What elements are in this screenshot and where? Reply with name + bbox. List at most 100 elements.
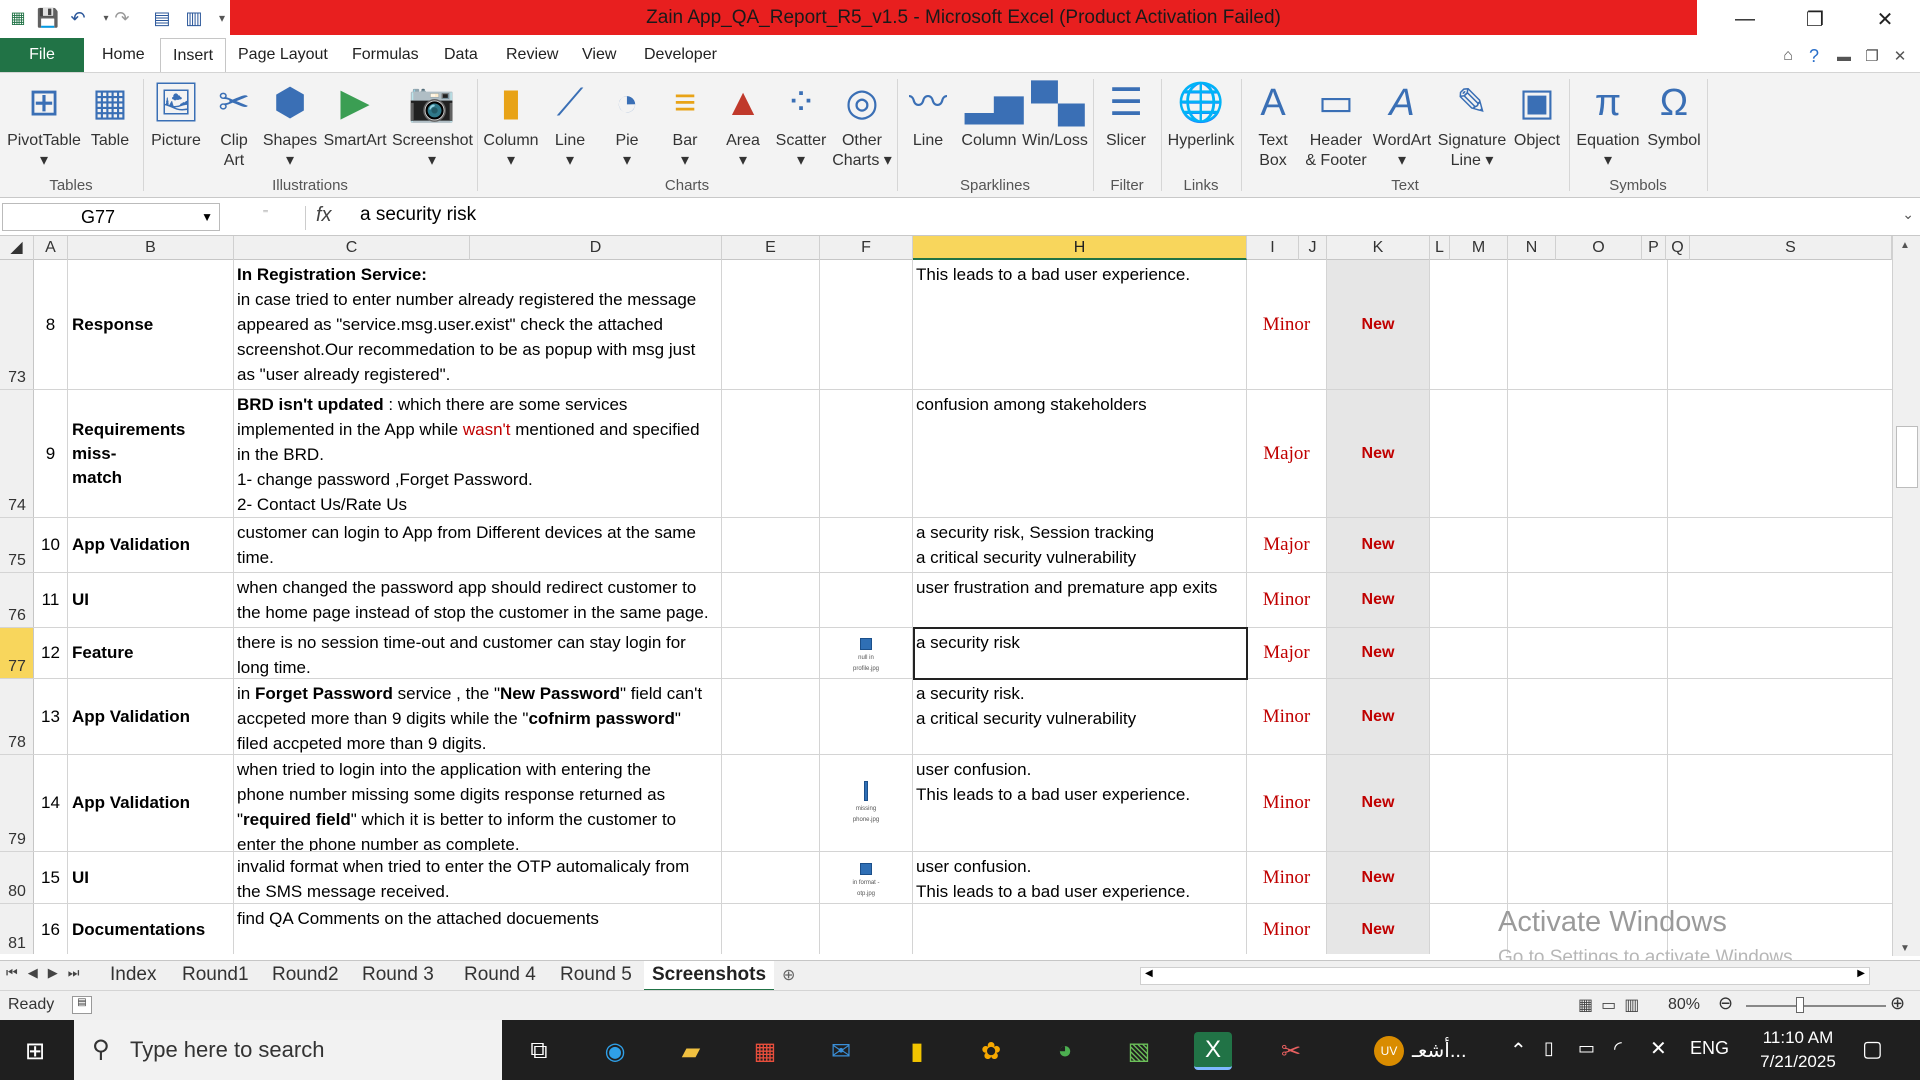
col-header-e[interactable]: E — [722, 236, 820, 260]
empty-cell[interactable] — [722, 518, 820, 572]
sheet-tab-round-5[interactable]: Round 5 — [552, 961, 640, 991]
edge-icon[interactable]: ◉ — [596, 1032, 634, 1070]
issue-impact[interactable]: confusion among stakeholders — [913, 390, 1247, 517]
issue-number[interactable]: 12 — [34, 628, 68, 678]
minimize-ribbon-icon[interactable]: ⌂ — [1774, 42, 1802, 70]
shapes-button[interactable]: ⬢ Shapes ▾ — [262, 77, 318, 177]
workbook-minimize-icon[interactable]: ▬ — [1830, 42, 1858, 70]
empty-cell[interactable] — [1430, 852, 1508, 903]
attachment-cell[interactable] — [820, 904, 913, 954]
col-header-q[interactable]: Q — [1666, 236, 1690, 260]
expand-formula-bar-icon[interactable]: ⌄ — [1902, 206, 1914, 223]
scroll-left-icon[interactable]: ◀ — [1145, 968, 1153, 979]
severity[interactable]: Major — [1247, 390, 1327, 517]
issue-category[interactable]: App Validation — [68, 755, 234, 851]
issue-impact[interactable]: user confusion. This leads to a bad user … — [913, 852, 1247, 903]
hyperlink-button[interactable]: 🌐 Hyperlink — [1164, 77, 1238, 177]
status-badge[interactable]: New — [1327, 573, 1430, 627]
severity[interactable]: Minor — [1247, 904, 1327, 954]
col-header-j[interactable]: J — [1299, 236, 1327, 260]
col-header-a[interactable]: A — [34, 236, 68, 260]
equation-button[interactable]: π Equation ▾ — [1572, 77, 1644, 177]
issue-description[interactable]: customer can login to App from Different… — [234, 518, 722, 572]
taskbar-search[interactable]: ⚲ Type here to search — [74, 1020, 502, 1080]
issue-description[interactable]: there is no session time-out and custome… — [234, 628, 722, 678]
save-icon[interactable]: 💾 — [34, 4, 62, 32]
empty-cell[interactable] — [1508, 755, 1668, 851]
issue-category[interactable]: App Validation — [68, 518, 234, 572]
sparkline-winloss-button[interactable]: ▀▄ Win/Loss — [1020, 77, 1090, 177]
col-header-f[interactable]: F — [820, 236, 913, 260]
horizontal-scrollbar[interactable]: ◀ ▶ — [1140, 967, 1870, 985]
status-badge[interactable]: New — [1327, 390, 1430, 517]
sparkline-line-button[interactable]: 〰 Line — [900, 77, 956, 177]
device-icon[interactable]: ▯ — [1544, 1038, 1554, 1059]
tab-file[interactable]: File — [0, 38, 84, 72]
pie-chart-button[interactable]: ◔ Pie ▾ — [600, 77, 654, 177]
issue-impact[interactable]: a security risk. a critical security vuln… — [913, 679, 1247, 754]
empty-cell[interactable] — [1430, 260, 1508, 389]
scroll-up-icon[interactable]: ▲ — [1900, 240, 1910, 251]
attachment-cell[interactable] — [820, 573, 913, 627]
wifi-icon[interactable]: ◜ — [1614, 1036, 1622, 1061]
empty-cell[interactable] — [1430, 628, 1508, 678]
picture-button[interactable]: 🖼 Picture — [148, 77, 204, 177]
col-header-h[interactable]: H — [913, 236, 1247, 260]
status-badge[interactable]: New — [1327, 755, 1430, 851]
new-sheet-icon[interactable]: ⊕ — [782, 965, 795, 985]
other-charts-button[interactable]: ◎ Other Charts ▾ — [832, 77, 892, 177]
screenshot-button[interactable]: 📷 Screenshot ▾ — [392, 77, 473, 177]
attachment-cell[interactable] — [820, 390, 913, 517]
status-badge[interactable]: New — [1327, 518, 1430, 572]
col-header-c[interactable]: C — [234, 236, 470, 260]
row-header[interactable]: 79 — [0, 755, 34, 851]
chrome-icon[interactable]: ◕ — [1046, 1032, 1084, 1070]
severity[interactable]: Minor — [1247, 852, 1327, 903]
empty-cell[interactable] — [722, 573, 820, 627]
sheet-tab-round1[interactable]: Round1 — [174, 961, 257, 991]
sheet-tab-screenshots[interactable]: Screenshots — [644, 961, 775, 991]
empty-cell[interactable] — [1430, 679, 1508, 754]
severity[interactable]: Minor — [1247, 755, 1327, 851]
sheet-tab-round2[interactable]: Round2 — [264, 961, 347, 991]
calculator-icon[interactable]: ▥ — [180, 4, 208, 32]
slicer-button[interactable]: ☰ Slicer — [1096, 77, 1156, 177]
area-chart-button[interactable]: ▲ Area ▾ — [716, 77, 770, 177]
empty-cell[interactable] — [1508, 260, 1668, 389]
severity[interactable]: Minor — [1247, 679, 1327, 754]
attachment-cell[interactable] — [820, 518, 913, 572]
workbook-restore-icon[interactable]: ❐ — [1858, 42, 1886, 70]
object-button[interactable]: ▣ Object — [1508, 77, 1566, 177]
issue-description[interactable]: invalid format when tried to enter the O… — [234, 852, 722, 903]
issue-number[interactable]: 16 — [34, 904, 68, 954]
attachment-cell[interactable]: null in profile.jpg — [820, 628, 913, 678]
sheet-tab-round-4[interactable]: Round 4 — [456, 961, 544, 991]
col-header-o[interactable]: O — [1556, 236, 1642, 260]
pivottable-button[interactable]: ⊞ PivotTable ▾ — [4, 77, 84, 177]
empty-cell[interactable] — [1508, 628, 1668, 678]
signature-line-button[interactable]: ✎ Signature Line ▾ — [1436, 77, 1508, 177]
close-icon[interactable]: ✕ — [1850, 0, 1920, 38]
store-icon[interactable]: ▦ — [746, 1032, 784, 1070]
issue-impact[interactable] — [913, 904, 1247, 954]
issue-description[interactable]: in Forget Password service , the "New Pa… — [234, 679, 722, 754]
scatter-chart-button[interactable]: ⁘ Scatter ▾ — [772, 77, 830, 177]
empty-cell[interactable] — [1430, 904, 1508, 954]
col-header-d[interactable]: D — [470, 236, 722, 260]
col-header-p[interactable]: P — [1642, 236, 1666, 260]
empty-cell[interactable] — [1430, 518, 1508, 572]
issue-category[interactable]: App Validation — [68, 679, 234, 754]
tab-data[interactable]: Data — [432, 38, 490, 72]
severity[interactable]: Minor — [1247, 260, 1327, 389]
issue-number[interactable]: 10 — [34, 518, 68, 572]
mail-icon[interactable]: ✉ — [822, 1032, 860, 1070]
issue-description[interactable]: when changed the password app should red… — [234, 573, 722, 627]
help-icon[interactable]: ? — [1800, 42, 1828, 70]
attachment-cell[interactable] — [820, 260, 913, 389]
empty-cell[interactable] — [722, 679, 820, 754]
issue-category[interactable]: UI — [68, 573, 234, 627]
windows-start-icon[interactable]: ⊞ — [16, 1032, 54, 1070]
col-header-l[interactable]: L — [1430, 236, 1450, 260]
scroll-right-icon[interactable]: ▶ — [1857, 968, 1865, 979]
macro-record-icon[interactable]: ▤ — [72, 996, 92, 1014]
